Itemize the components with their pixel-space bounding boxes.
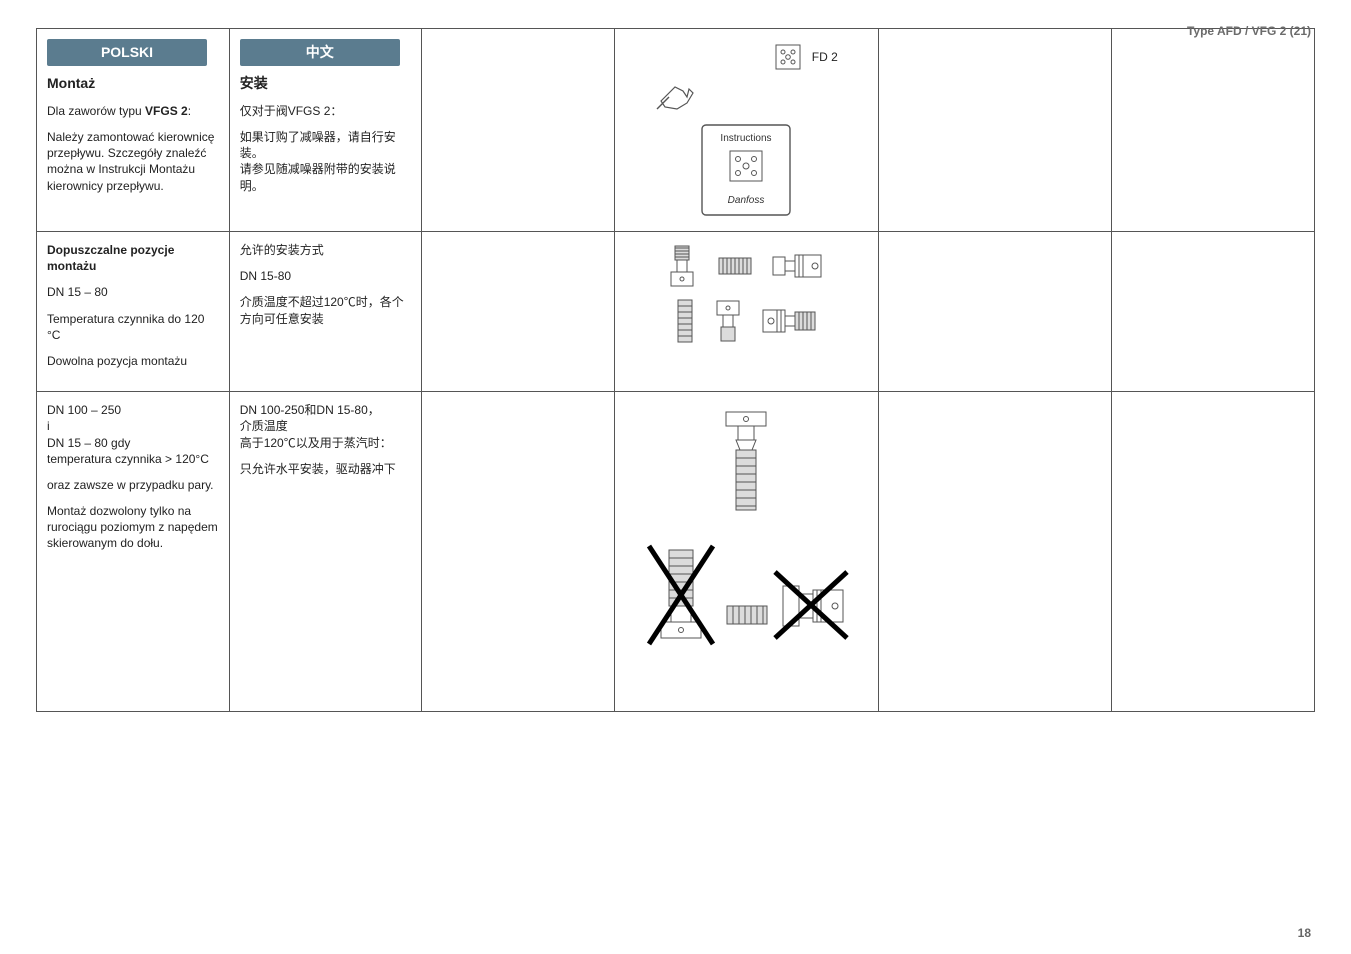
row1-figure-cell: FD 2 Instructions Danfoss xyxy=(615,29,879,232)
row3-figure-cell xyxy=(615,392,879,712)
fd2-icon xyxy=(774,43,802,71)
row2-col2: 允许的安装方式 DN 15-80 介质温度不超过120℃时，各个方向可任意安装 xyxy=(229,232,422,392)
row2-col1-title: Dopuszczalne pozycje montażu xyxy=(47,242,219,274)
type-label: Type AFD / VFG 2 (21) xyxy=(1187,24,1311,38)
fd2-label: FD 2 xyxy=(812,49,838,65)
row3-col1-l1: DN 100 – 250 xyxy=(47,402,219,418)
row2-col2-l2: 介质温度不超过120℃时，各个方向可任意安装 xyxy=(240,294,412,326)
row1-col6-empty xyxy=(1112,29,1315,232)
row2-col1: Dopuszczalne pozycje montażu DN 15 – 80 … xyxy=(37,232,230,392)
row3-col5-empty xyxy=(878,392,1111,712)
row1-col2-line1: 仅对于阀VFGS 2： xyxy=(240,103,412,119)
row3-col3-empty xyxy=(422,392,615,712)
valve-banned-icon xyxy=(641,536,851,656)
header-zh: 中文 xyxy=(240,39,400,66)
row1-col2: 中文 安装 仅对于阀VFGS 2： 如果订购了减噪器，请自行安装。 请参见随减噪… xyxy=(229,29,422,232)
row2-col1-l3: Dowolna pozycja montażu xyxy=(47,353,219,369)
row2-col5-empty xyxy=(878,232,1111,392)
hand-point-icon xyxy=(653,79,705,115)
row1-col1-line1-post: : xyxy=(188,104,191,118)
row3-col1-l2: i xyxy=(47,418,219,434)
instructions-text: Instructions xyxy=(721,133,772,144)
row1-col1-line1-bold: VFGS 2 xyxy=(145,104,188,118)
row1-col1-line1: Dla zaworów typu VFGS 2: xyxy=(47,103,219,119)
row1-col2-title: 安装 xyxy=(240,74,412,93)
row1-col1: POLSKI Montaż Dla zaworów typu VFGS 2: N… xyxy=(37,29,230,232)
row1-col1-line1-pre: Dla zaworów typu xyxy=(47,104,145,118)
row1-col5-empty xyxy=(878,29,1111,232)
row3-col2-l2: 介质温度 xyxy=(240,418,412,434)
valve-down-icon xyxy=(711,297,745,345)
row3-col2-l3: 高于120℃以及用于蒸汽时： xyxy=(240,435,412,451)
row2-col2-title: 允许的安装方式 xyxy=(240,242,412,258)
row3-col1: DN 100 – 250 i DN 15 – 80 gdy temperatur… xyxy=(37,392,230,712)
row2-col2-l1: DN 15-80 xyxy=(240,268,412,284)
row3-col1-l4: temperatura czynnika > 120°C xyxy=(47,451,219,467)
row1-col2-para: 如果订购了减噪器，请自行安装。 请参见随减噪器附带的安装说明。 xyxy=(240,129,412,194)
brand-text: Danfoss xyxy=(728,195,765,206)
row3-col6-empty xyxy=(1112,392,1315,712)
row1-col1-para: Należy zamontować kierownicę przepływu. … xyxy=(47,129,219,194)
row3-col1-l3: DN 15 – 80 gdy xyxy=(47,435,219,451)
row2-figure-cell xyxy=(615,232,879,392)
valve-allowed-icon xyxy=(718,408,774,518)
valve-side2-icon xyxy=(761,306,817,336)
valve-up-icon xyxy=(665,242,699,290)
row1-col3-empty xyxy=(422,29,615,232)
row3-col2-l4: 只允许水平安装，驱动器冲下 xyxy=(240,461,412,477)
document-table: POLSKI Montaż Dla zaworów typu VFGS 2: N… xyxy=(36,28,1315,712)
row2-col1-l2: Temperatura czynnika do 120 °C xyxy=(47,311,219,343)
row3-col1-l5: oraz zawsze w przypadku pary. xyxy=(47,477,219,493)
instructions-page-icon: Instructions Danfoss xyxy=(696,123,796,219)
header-polski: POLSKI xyxy=(47,39,207,66)
row3-col2-l1: DN 100-250和DN 15-80， xyxy=(240,402,412,418)
row2-col1-l1: DN 15 – 80 xyxy=(47,284,219,300)
row1-col1-title: Montaż xyxy=(47,74,219,93)
row2-col6-empty xyxy=(1112,232,1315,392)
bellows-icon xyxy=(717,252,753,280)
page-number: 18 xyxy=(1298,926,1311,940)
bellows-vertical-icon xyxy=(675,296,695,346)
valve-side-icon xyxy=(771,251,827,281)
row2-col3-empty xyxy=(422,232,615,392)
row3-col2: DN 100-250和DN 15-80， 介质温度 高于120℃以及用于蒸汽时：… xyxy=(229,392,422,712)
row3-col1-l6: Montaż dozwolony tylko na rurociągu pozi… xyxy=(47,503,219,552)
